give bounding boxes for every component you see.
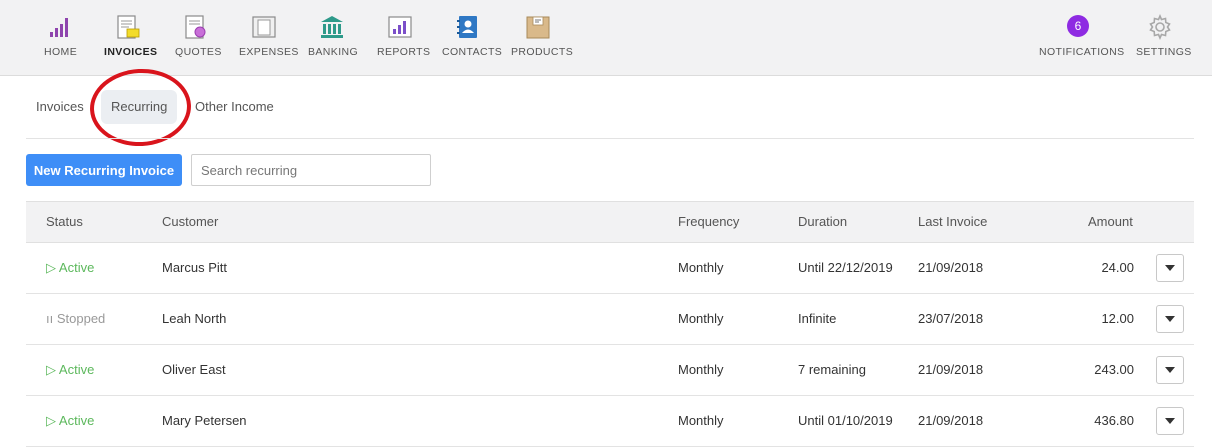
invoice-icon [117, 15, 140, 39]
status-label: Active [58, 413, 95, 428]
tab-recurring[interactable]: Recurring [101, 90, 178, 124]
chevron-down-icon [1165, 316, 1175, 322]
nav-contacts-label: CONTACTS [442, 46, 503, 58]
status-label: Active [58, 260, 95, 275]
products-icon [526, 16, 550, 39]
bank-icon [321, 16, 343, 38]
nav-reports-label: REPORTS [377, 46, 431, 58]
chevron-down-icon [1165, 367, 1175, 373]
last-invoice-cell: 23/07/2018 [918, 311, 984, 326]
table-row[interactable]: ▷ Active Oliver East Monthly 7 remaining… [26, 345, 1194, 396]
customer-cell: Mary Petersen [162, 413, 247, 428]
duration-cell: 7 remaining [798, 362, 866, 377]
nav-quotes-label: QUOTES [175, 46, 222, 58]
nav-invoices[interactable]: INVOICES [104, 0, 157, 76]
nav-settings[interactable]: SETTINGS [1136, 0, 1191, 76]
amount-cell: 243.00 [1094, 362, 1134, 377]
header-amount[interactable]: Amount [1088, 202, 1133, 242]
tab-other-income[interactable]: Other Income [195, 90, 274, 124]
table-row[interactable]: ▷ Active Mary Petersen Monthly Until 01/… [26, 396, 1194, 447]
nav-contacts[interactable]: CONTACTS [442, 0, 502, 76]
row-actions-button[interactable] [1156, 407, 1184, 435]
status-cell: ▷ Active [46, 243, 94, 293]
status-label: Active [58, 362, 95, 377]
table-row[interactable]: ıı Stopped Leah North Monthly Infinite 2… [26, 294, 1194, 345]
header-status[interactable]: Status [46, 202, 83, 242]
header-customer[interactable]: Customer [162, 202, 218, 242]
table-row[interactable]: ▷ Active Marcus Pitt Monthly Until 22/12… [26, 243, 1194, 294]
last-invoice-cell: 21/09/2018 [918, 260, 984, 275]
nav-settings-label: SETTINGS [1136, 46, 1192, 58]
nav-invoices-label: INVOICES [104, 46, 158, 58]
play-icon: ▷ [46, 260, 59, 275]
reports-icon [388, 16, 412, 38]
contacts-icon [457, 16, 477, 38]
status-cell: ▷ Active [46, 345, 94, 395]
play-icon: ▷ [46, 362, 59, 377]
customer-cell: Marcus Pitt [162, 260, 228, 275]
duration-cell: Infinite [798, 311, 837, 326]
nav-home[interactable]: HOME [44, 0, 78, 76]
frequency-cell: Monthly [678, 260, 724, 275]
nav-notifications-label: NOTIFICATIONS [1039, 46, 1125, 58]
gear-icon [1149, 14, 1171, 40]
search-recurring-input[interactable] [191, 154, 431, 186]
nav-expenses-label: EXPENSES [239, 46, 299, 58]
header-frequency[interactable]: Frequency [678, 202, 739, 242]
nav-products-label: PRODUCTS [511, 46, 574, 58]
nav-quotes[interactable]: QUOTES [175, 0, 221, 76]
nav-banking[interactable]: BANKING [308, 0, 359, 76]
amount-cell: 12.00 [1101, 311, 1134, 326]
status-label: Stopped [56, 311, 106, 326]
duration-cell: Until 22/12/2019 [798, 260, 893, 275]
subtabs-divider [26, 138, 1194, 139]
amount-cell: 24.00 [1101, 260, 1134, 275]
pause-icon: ıı [46, 311, 57, 326]
chevron-down-icon [1165, 418, 1175, 424]
status-cell: ıı Stopped [46, 294, 105, 344]
last-invoice-cell: 21/09/2018 [918, 362, 984, 377]
tab-invoices[interactable]: Invoices [36, 90, 84, 124]
nav-banking-label: BANKING [308, 46, 359, 58]
notifications-badge: 6 [1067, 15, 1089, 37]
nav-home-label: HOME [44, 46, 78, 58]
row-actions-button[interactable] [1156, 305, 1184, 333]
expenses-icon [252, 16, 276, 38]
status-cell: ▷ Active [46, 396, 94, 446]
play-icon: ▷ [46, 413, 59, 428]
header-duration[interactable]: Duration [798, 202, 847, 242]
home-chart-icon [50, 18, 68, 37]
frequency-cell: Monthly [678, 413, 724, 428]
frequency-cell: Monthly [678, 362, 724, 377]
table-header: Status Customer Frequency Duration Last … [26, 201, 1194, 243]
nav-expenses[interactable]: EXPENSES [239, 0, 298, 76]
customer-cell: Oliver East [162, 362, 226, 377]
nav-reports[interactable]: REPORTS [377, 0, 430, 76]
frequency-cell: Monthly [678, 311, 724, 326]
last-invoice-cell: 21/09/2018 [918, 413, 984, 428]
row-actions-button[interactable] [1156, 356, 1184, 384]
row-actions-button[interactable] [1156, 254, 1184, 282]
nav-products[interactable]: PRODUCTS [511, 0, 573, 76]
chevron-down-icon [1165, 265, 1175, 271]
quote-icon [185, 15, 206, 39]
new-recurring-invoice-button[interactable]: New Recurring Invoice [26, 154, 182, 186]
customer-cell: Leah North [162, 311, 227, 326]
top-navigation: HOME INVOICES QUOTES EXPENSES BANKING RE… [0, 0, 1212, 76]
nav-notifications[interactable]: 6 NOTIFICATIONS [1039, 0, 1124, 76]
duration-cell: Until 01/10/2019 [798, 413, 893, 428]
header-last-invoice[interactable]: Last Invoice [918, 202, 987, 242]
amount-cell: 436.80 [1094, 413, 1134, 428]
